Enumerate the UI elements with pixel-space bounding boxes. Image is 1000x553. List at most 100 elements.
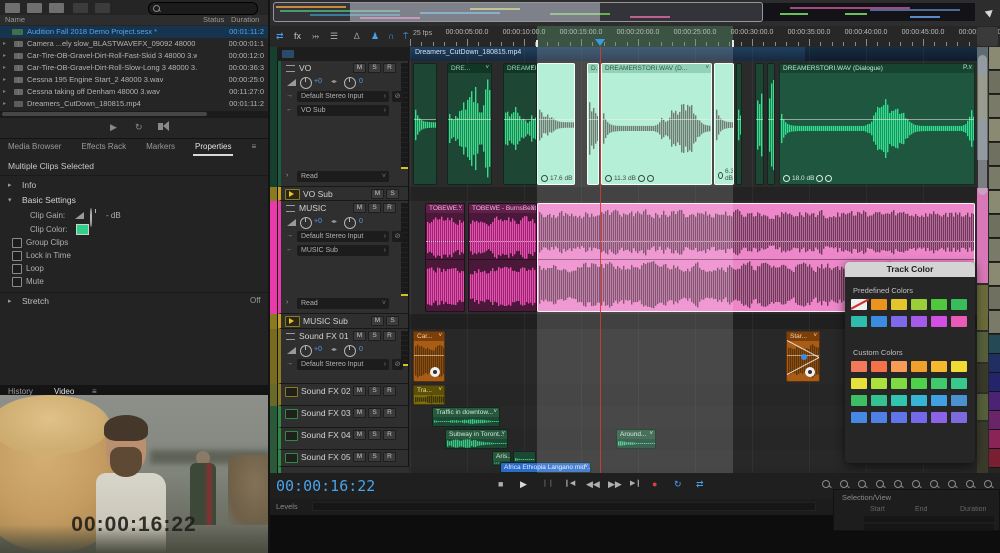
clip-vo-dark[interactable]: DRE...˅ (447, 63, 492, 185)
file-list-header[interactable]: Name Status Duration (0, 15, 268, 25)
volume-envelope-line[interactable] (448, 119, 491, 120)
track-name[interactable]: Sound FX 02 (301, 386, 351, 396)
color-swatch[interactable] (951, 299, 967, 310)
track-header-vo-sub[interactable]: VO SubMS (278, 187, 408, 201)
clip-mu-dark[interactable]: TOBEWE - BurnsBeat - v02.wav (Music)˅ (468, 203, 537, 312)
track-name[interactable]: Sound FX 05 (301, 452, 351, 462)
track-m-button[interactable]: M (353, 331, 366, 341)
custom-color-swatch[interactable] (931, 378, 947, 389)
volume-envelope-line[interactable] (737, 119, 741, 120)
clip-menu-caret-icon[interactable]: ˅ (493, 408, 497, 417)
ruler-scroll-corner[interactable] (977, 27, 998, 46)
zoom-tool-icon[interactable] (894, 480, 902, 488)
track-header-music-sub[interactable]: MUSIC SubMS (278, 314, 408, 329)
volume-fader-icon[interactable] (287, 219, 296, 226)
track-r-button[interactable]: R (383, 386, 396, 396)
custom-color-swatch[interactable] (851, 395, 867, 406)
zoom-tool-icon[interactable] (948, 480, 956, 488)
track-s-button[interactable]: S (368, 386, 381, 396)
input-select[interactable]: Default Stereo Input› (297, 91, 389, 102)
clip-label[interactable]: Star...˅ (787, 332, 819, 341)
track-s-button[interactable]: S (368, 408, 381, 418)
volume-envelope-line[interactable] (414, 355, 444, 356)
track-name[interactable]: Sound FX 01 (299, 331, 349, 341)
input-select[interactable]: Default Stereo Input› (297, 231, 389, 242)
track-name[interactable]: VO (299, 63, 311, 73)
selection-handle-left[interactable] (536, 40, 538, 47)
track-m-button[interactable]: M (353, 430, 366, 440)
track-m-button[interactable]: M (353, 452, 366, 462)
clip-fx-orange[interactable]: Car...˅ (413, 331, 445, 382)
track-m-button[interactable]: M (353, 203, 366, 213)
column-duration[interactable]: Duration (231, 15, 259, 24)
v-scrollbar[interactable] (977, 47, 988, 473)
track-header-sound-fx-03[interactable]: Sound FX 03MSR (278, 406, 408, 428)
pan-knob[interactable] (344, 217, 356, 229)
track-header-vo[interactable]: VOMSR+0◂▸0→Default Stereo Input›⊘←VO Sub… (278, 61, 408, 187)
custom-color-swatch[interactable] (891, 378, 907, 389)
volume-knob[interactable] (300, 345, 312, 357)
pan-knob[interactable] (344, 77, 356, 89)
track-s-button[interactable]: S (386, 189, 399, 199)
clip-vo-dark[interactable] (736, 63, 742, 185)
custom-color-swatch[interactable] (891, 412, 907, 423)
custom-color-swatch[interactable] (851, 378, 867, 389)
track-s-button[interactable]: S (368, 63, 381, 73)
track-r-button[interactable]: R (383, 331, 396, 341)
track-s-button[interactable]: S (368, 203, 381, 213)
timeline-ruler[interactable]: 00:00:05:00.000:00:10:00.000:00:15:00.00… (270, 26, 1000, 47)
custom-color-swatch[interactable] (851, 412, 867, 423)
zoom-tool-icon[interactable] (858, 480, 866, 488)
track-header-music[interactable]: MUSICMSR+0◂▸0→Default Stereo Input›⊘←MUS… (278, 201, 408, 314)
volume-envelope-line[interactable] (756, 119, 763, 120)
track-s-button[interactable]: S (368, 331, 381, 341)
custom-color-swatch[interactable] (871, 395, 887, 406)
custom-color-swatch[interactable] (911, 361, 927, 372)
clip-knob-icon[interactable] (430, 367, 440, 377)
custom-color-swatch[interactable] (911, 378, 927, 389)
custom-color-swatch[interactable] (851, 361, 867, 372)
clip-mu-dark[interactable]: TOBEWE...˅ (425, 203, 465, 312)
track-m-button[interactable]: M (353, 386, 366, 396)
upload-icon[interactable] (73, 3, 88, 13)
input-select[interactable]: Default Stereo Input› (297, 359, 389, 370)
keyframe-dot[interactable] (801, 354, 807, 360)
clip-vo-dark2[interactable]: DREAMERSTORI.WAV (Dialogue)˅18.0 dB (779, 63, 975, 185)
clip-menu-caret-icon[interactable]: ˅ (438, 332, 442, 341)
volume-fader-icon[interactable] (287, 347, 296, 354)
clip-vo-dark[interactable] (755, 63, 764, 185)
volume-envelope-line[interactable] (780, 119, 974, 120)
track-m-button[interactable]: M (353, 408, 366, 418)
track-header-sound-fx-05[interactable]: Sound FX 05MSR (278, 450, 408, 467)
color-swatch[interactable] (931, 316, 947, 327)
track-name[interactable]: Sound FX 04 (301, 430, 351, 440)
track-s-button[interactable]: S (368, 430, 381, 440)
clip-label[interactable]: DREAMERSTORI.WAV (Dialogue)˅ (780, 64, 974, 73)
volume-fader-icon[interactable] (287, 79, 296, 86)
column-name[interactable]: Name (5, 15, 25, 24)
color-swatch[interactable] (911, 316, 927, 327)
track-name[interactable]: VO Sub (303, 189, 333, 199)
zoom-tool-icon[interactable] (912, 480, 920, 488)
trash-icon[interactable] (95, 3, 110, 13)
clip-knob-icon[interactable] (805, 367, 815, 377)
monitor-input-icon[interactable]: ⊘ (392, 91, 403, 102)
track-r-button[interactable]: R (383, 63, 396, 73)
custom-color-swatch[interactable] (871, 412, 887, 423)
dialog-title[interactable]: Track Color (845, 262, 975, 277)
zoom-tool-icon[interactable] (984, 480, 992, 488)
clip-label[interactable]: DREAMERSTORI.WAV...˅ (504, 64, 536, 73)
zoom-tool-icon[interactable] (876, 480, 884, 488)
zoom-tool-icon[interactable] (840, 480, 848, 488)
clip-label[interactable]: Subway in Toront...˅ (446, 430, 507, 439)
monitor-input-icon[interactable]: ⊘ (392, 231, 403, 242)
navigator-selection[interactable] (350, 3, 600, 21)
custom-color-swatch[interactable] (891, 361, 907, 372)
volume-knob[interactable] (300, 77, 312, 89)
automation-line[interactable] (426, 241, 465, 242)
open-file-icon[interactable] (5, 3, 20, 13)
clip-label[interactable]: TOBEWE - BurnsBeat - v02.wav (Music)˅ (469, 204, 536, 213)
clip-vo-dark[interactable] (413, 63, 437, 185)
new-item-icon[interactable] (49, 3, 64, 13)
clip-menu-caret-icon[interactable]: ˅ (501, 430, 505, 439)
